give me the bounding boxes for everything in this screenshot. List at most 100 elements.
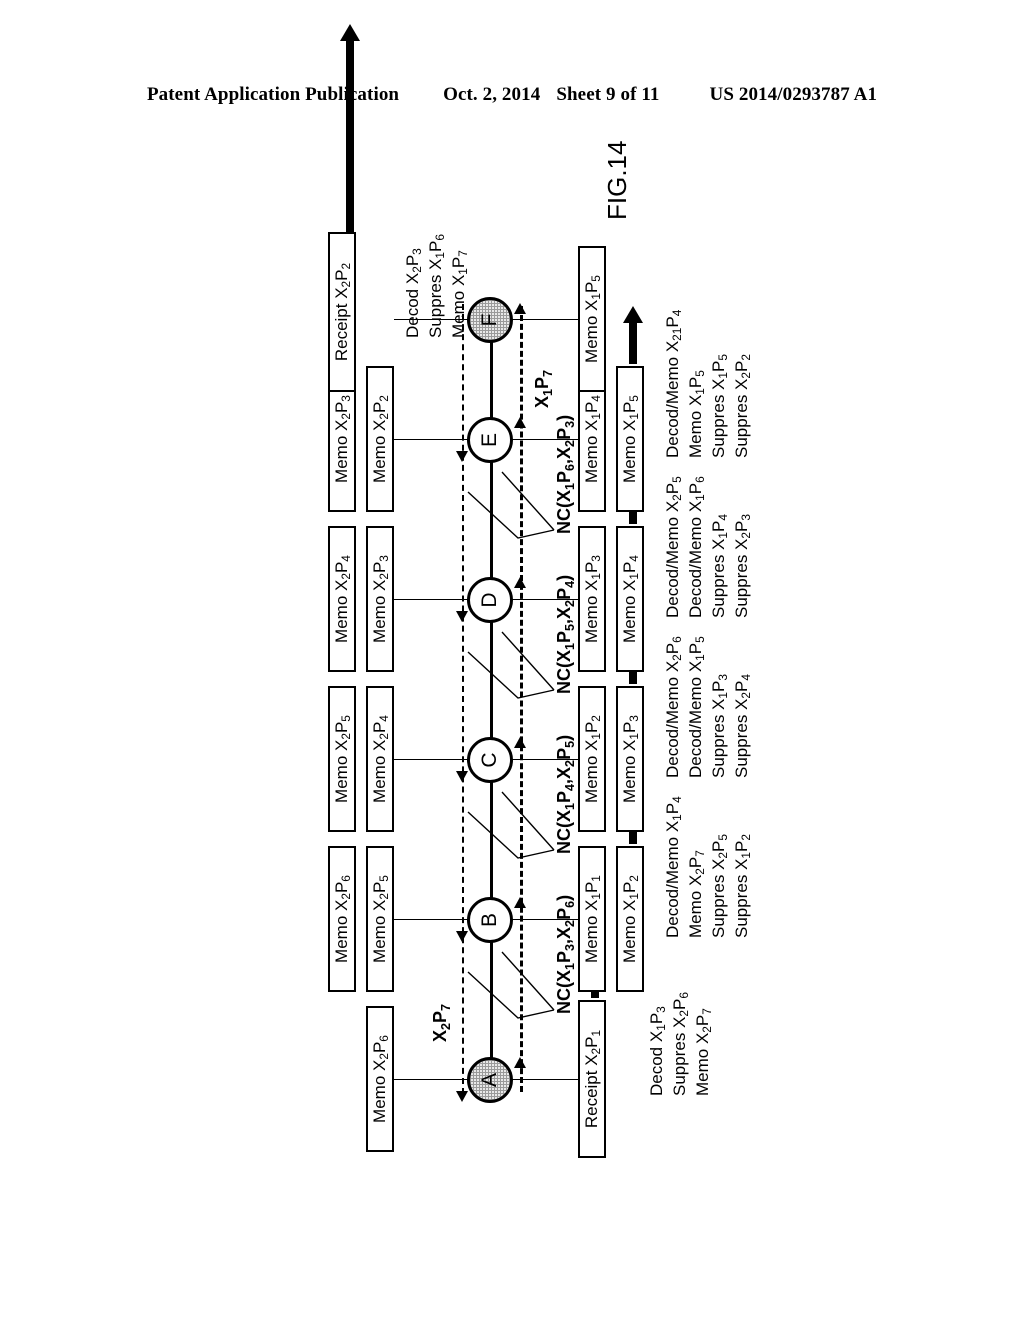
- outcome-c-line-0: Decod/Memo X2P6: [663, 636, 685, 778]
- outcome-e-line-0: Decod/Memo X21P4: [663, 309, 685, 458]
- bottom-box-c-outer-label: Memo X1P3: [620, 715, 642, 803]
- nc-label-ab: NC(X1P3,X2P6): [554, 894, 577, 1014]
- top-box-c-outer-label: Memo X2P5: [332, 715, 354, 803]
- outcome-a-line-0: Decod X1P3: [647, 1006, 669, 1096]
- outcome-b-line-0: Decod/Memo X1P4: [663, 796, 685, 938]
- dashed-flow-lower-arrow-f: [514, 303, 526, 314]
- outcome-a-line-2: Memo X2P7: [692, 1008, 715, 1096]
- nc-label-cd: NC(X1P5,X2P4): [554, 574, 577, 694]
- top-box-f-inner: Receipt X2P2: [328, 232, 356, 392]
- outcome-c-line-1: Decod/Memo X1P5: [685, 636, 708, 778]
- leader-e-top: [394, 439, 468, 440]
- top-box-b-inner: Memo X2P5: [366, 846, 394, 992]
- leader-d-top: [394, 599, 468, 600]
- bottom-box-a-inner-label: Receipt X2P1: [582, 1029, 604, 1129]
- bottom-box-c-outer: Memo X1P3: [616, 686, 644, 832]
- figure-caption: FIG.14: [602, 141, 633, 220]
- bottom-box-b-outer-label: Memo X1P2: [620, 875, 642, 963]
- bottom-box-d-outer: Memo X1P4: [616, 526, 644, 672]
- outcome-b-line-3: Suppres X1P2: [731, 834, 754, 938]
- node-e[interactable]: E: [467, 417, 513, 463]
- figure-area: A B C D E F Memo X2P6 Memo X2P5 Memo X2P…: [0, 0, 1024, 1320]
- top-box-d-inner: Memo X2P3: [366, 526, 394, 672]
- node-e-label: E: [478, 433, 501, 448]
- outcome-d-line-0: Decod/Memo X2P5: [663, 476, 685, 618]
- outcome-b-line-2: Suppres X2P5: [708, 834, 731, 938]
- top-box-a-inner-label: Memo X2P6: [370, 1035, 392, 1123]
- bottom-box-f-inner-label: Memo X1P5: [582, 275, 604, 363]
- nc-label-bc-text: NC(X1P4,X2P5): [554, 734, 577, 854]
- top-box-b-inner-label: Memo X2P5: [370, 875, 392, 963]
- top-box-a-inner: Memo X2P6: [366, 1006, 394, 1152]
- bottom-box-d-outer-label: Memo X1P4: [620, 555, 642, 643]
- top-box-b-outer-label: Memo X2P6: [332, 875, 354, 963]
- top-box-b-outer: Memo X2P6: [328, 846, 356, 992]
- bottom-box-f-inner: Memo X1P5: [578, 246, 606, 392]
- node-c[interactable]: C: [467, 737, 513, 783]
- nc-label-de-text: NC(X1P6,X2P3): [554, 414, 577, 534]
- output-arrow-f: [340, 24, 360, 244]
- edge-label-a-b: X2P7: [430, 1004, 453, 1042]
- node-a-label: A: [478, 1073, 501, 1088]
- node-b-label: B: [478, 913, 501, 928]
- bottom-box-b-inner-label: Memo X1P1: [582, 875, 604, 963]
- outcome-d-line-1: Decod/Memo X1P6: [685, 476, 708, 618]
- node-c-label: C: [478, 752, 501, 768]
- nc-label-ab-text: NC(X1P3,X2P6): [554, 894, 577, 1014]
- outcome-e-line-2: Suppres X1P5: [708, 354, 731, 458]
- bottom-box-a-inner: Receipt X2P1: [578, 1000, 606, 1158]
- edge-label-e-f: X1P7: [532, 369, 555, 408]
- outcome-f-line-1: Suppres X1P6: [425, 234, 448, 338]
- top-box-e-outer-label: Memo X2P3: [332, 395, 354, 483]
- node-f[interactable]: F: [467, 297, 513, 343]
- leader-c-top: [394, 759, 468, 760]
- outcome-b: Decod/Memo X1P4 Memo X2P7 Suppres X2P5 S…: [662, 796, 754, 938]
- figure-caption-text: FIG.14: [602, 140, 632, 220]
- top-box-c-outer: Memo X2P5: [328, 686, 356, 832]
- node-a[interactable]: A: [467, 1057, 513, 1103]
- outcome-c-line-3: Suppres X2P4: [731, 674, 754, 778]
- bottom-box-b-inner: Memo X1P1: [578, 846, 606, 992]
- nc-label-de: NC(X1P6,X2P3): [554, 414, 577, 534]
- outcome-c: Decod/Memo X2P6 Decod/Memo X1P5 Suppres …: [662, 636, 754, 778]
- top-box-d-inner-label: Memo X2P3: [370, 555, 392, 643]
- output-arrow-e: [623, 304, 643, 364]
- outcome-e-line-1: Memo X1P5: [685, 370, 708, 458]
- node-d[interactable]: D: [467, 577, 513, 623]
- top-box-f-inner-label: Receipt X2P2: [332, 262, 354, 362]
- outcome-d-line-2: Suppres X1P4: [708, 514, 731, 618]
- outcome-d-line-3: Suppres X2P3: [731, 514, 754, 618]
- outcome-e: Decod/Memo X21P4 Memo X1P5 Suppres X1P5 …: [662, 310, 754, 458]
- leader-a-top: [394, 1079, 468, 1080]
- bottom-box-e-outer-label: Memo X1P5: [620, 395, 642, 483]
- outcome-b-line-1: Memo X2P7: [685, 850, 708, 938]
- bottom-box-c-inner: Memo X1P2: [578, 686, 606, 832]
- bottom-box-d-inner: Memo X1P3: [578, 526, 606, 672]
- top-box-d-outer: Memo X2P4: [328, 526, 356, 672]
- outcome-f-line-0: Decod X2P3: [403, 248, 425, 338]
- edge-label-e-f-text: X1P7: [532, 369, 555, 408]
- top-box-e-inner: Memo X2P2: [366, 366, 394, 512]
- leader-b-top: [394, 919, 468, 920]
- nc-label-bc: NC(X1P4,X2P5): [554, 734, 577, 854]
- dashed-flow-upper-arrow-b: [456, 1091, 468, 1102]
- nc-label-cd-text: NC(X1P5,X2P4): [554, 574, 577, 694]
- top-box-c-inner: Memo X2P4: [366, 686, 394, 832]
- top-box-e-inner-label: Memo X2P2: [370, 395, 392, 483]
- outcome-f: Decod X2P3 Suppres X1P6 Memo X1P7: [402, 234, 471, 338]
- bottom-box-c-inner-label: Memo X1P2: [582, 715, 604, 803]
- node-f-label: F: [478, 313, 501, 327]
- bottom-box-e-inner-label: Memo X1P4: [582, 395, 604, 483]
- outcome-c-line-2: Suppres X1P3: [708, 674, 731, 778]
- figure-canvas: A B C D E F Memo X2P6 Memo X2P5 Memo X2P…: [162, 24, 862, 1220]
- outcome-e-line-3: Suppres X2P2: [731, 354, 754, 458]
- outcome-a-line-1: Suppres X2P6: [669, 992, 692, 1096]
- bottom-box-d-inner-label: Memo X1P3: [582, 555, 604, 643]
- outcome-a: Decod X1P3 Suppres X2P6 Memo X2P7: [646, 992, 715, 1096]
- top-box-c-inner-label: Memo X2P4: [370, 715, 392, 803]
- node-b[interactable]: B: [467, 897, 513, 943]
- bottom-box-b-outer: Memo X1P2: [616, 846, 644, 992]
- bottom-box-e-outer: Memo X1P5: [616, 366, 644, 512]
- node-d-label: D: [478, 592, 501, 608]
- top-box-d-outer-label: Memo X2P4: [332, 555, 354, 643]
